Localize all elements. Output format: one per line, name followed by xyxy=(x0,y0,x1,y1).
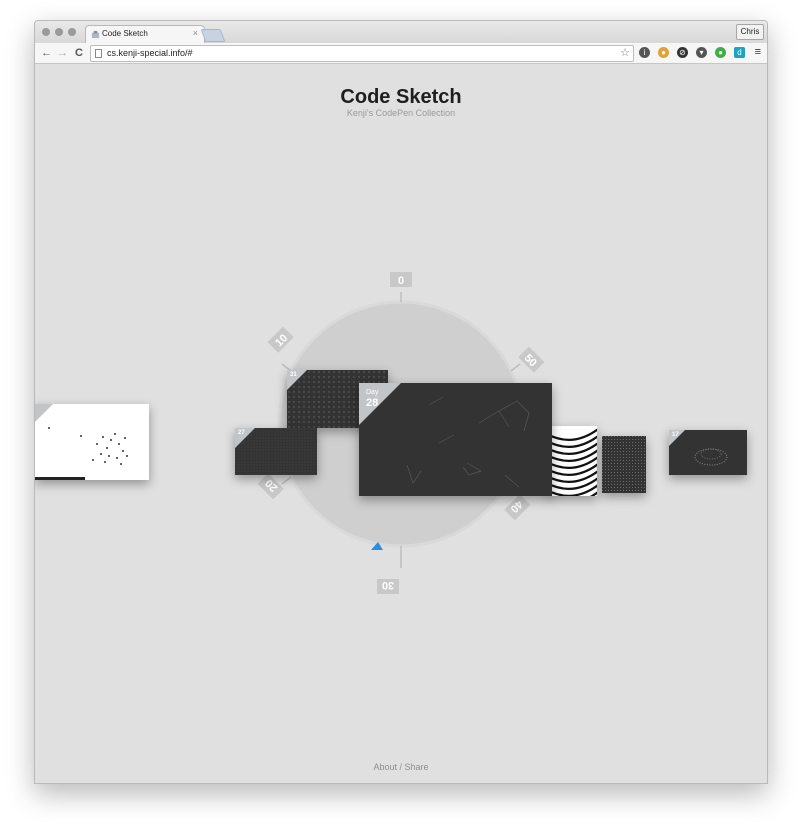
address-bar[interactable]: cs.kenji-special.info/# ☆ xyxy=(90,45,634,62)
close-window-button[interactable] xyxy=(42,28,50,36)
tick-label-20: 20 xyxy=(257,473,284,500)
page-content: Code Sketch Kenji's CodePen Collection 0… xyxy=(35,64,767,783)
tick-label-40: 40 xyxy=(504,494,531,521)
page-favicon-icon xyxy=(91,30,100,39)
d-icon[interactable]: d xyxy=(734,47,745,58)
tick-label-30: 30 xyxy=(377,579,399,594)
maximize-window-button[interactable] xyxy=(68,28,76,36)
tick-50 xyxy=(510,363,521,372)
browser-toolbar: ← → C cs.kenji-special.info/# ☆ i ● ⊘ ▾ ● d ≡ xyxy=(35,43,767,64)
card-day-label: 27 xyxy=(238,430,245,436)
about-share-link[interactable]: About / Share xyxy=(35,762,767,772)
back-button[interactable]: ← xyxy=(41,46,52,60)
browser-window: Code Sketch × Chris ← → C cs.kenji-speci… xyxy=(34,20,768,784)
new-tab-button[interactable] xyxy=(200,29,226,42)
pocket-icon[interactable]: ▾ xyxy=(696,47,707,58)
sketch-card-27[interactable]: 27 xyxy=(235,428,317,475)
sketch-thumbnail xyxy=(602,436,646,493)
tab-bar: Code Sketch × Chris xyxy=(35,21,767,44)
card-day-label: 17 xyxy=(672,432,679,438)
reload-button[interactable]: C xyxy=(75,46,83,60)
sketch-card-17[interactable]: 17 xyxy=(669,430,747,475)
tick-label-0: 0 xyxy=(390,272,412,287)
blocker-icon[interactable]: ⊘ xyxy=(677,47,688,58)
info-icon[interactable]: i xyxy=(639,47,650,58)
tab-title: Code Sketch xyxy=(102,29,148,38)
tick-label-50: 50 xyxy=(518,346,545,373)
tick-text-0: 0 xyxy=(398,275,404,287)
sketch-thumbnail xyxy=(48,427,128,465)
tick-label-10: 10 xyxy=(267,326,294,353)
tab-close-icon[interactable]: × xyxy=(193,28,198,38)
featured-sketch-card[interactable]: Day 28 xyxy=(359,383,552,496)
menu-icon[interactable]: ≡ xyxy=(755,46,761,58)
cookie-icon[interactable]: ● xyxy=(658,47,669,58)
featured-day-number: 28 xyxy=(366,397,379,409)
bookmark-star-icon[interactable]: ☆ xyxy=(620,46,630,59)
leaf-icon[interactable]: ● xyxy=(715,47,726,58)
featured-day-label: Day xyxy=(366,389,379,396)
sketch-card-left[interactable] xyxy=(35,404,149,480)
tab-code-sketch[interactable]: Code Sketch × xyxy=(85,25,205,44)
minimize-window-button[interactable] xyxy=(55,28,63,36)
tick-text-30: 30 xyxy=(382,579,394,591)
sketch-card-stripes[interactable] xyxy=(547,426,597,496)
card-day-label: 31 xyxy=(290,372,297,378)
tick-20 xyxy=(281,476,292,485)
profile-button[interactable]: Chris xyxy=(736,24,764,40)
sketch-thumbnail xyxy=(547,428,597,496)
forward-button[interactable]: → xyxy=(57,46,68,60)
page-icon xyxy=(95,49,102,58)
url-text: cs.kenji-special.info/# xyxy=(107,48,193,58)
sketch-card-grid[interactable] xyxy=(602,436,646,493)
